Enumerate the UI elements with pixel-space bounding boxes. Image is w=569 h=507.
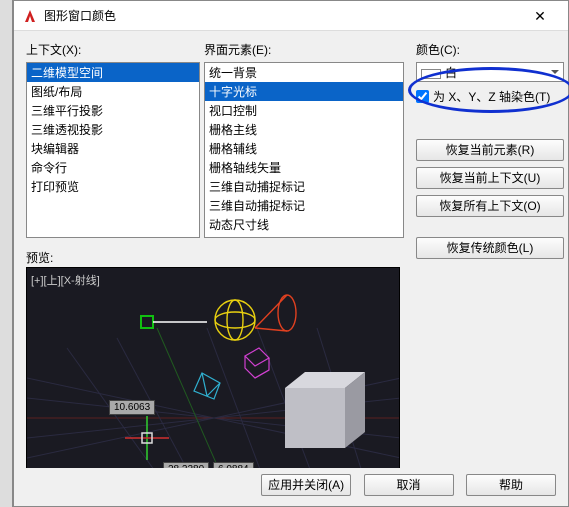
titlebar: 图形窗口颜色 ✕ (14, 1, 568, 31)
list-item[interactable]: 三维自动捕捉标记 (205, 196, 403, 215)
preview-viewport: [+][上][X-射线] 10.6063 28.2280 6.0884 (26, 267, 400, 487)
color-swatch (421, 69, 441, 79)
tint-xyz-label: 为 X、Y、Z 轴染色(T) (433, 88, 550, 105)
view-label: [+][上][X-射线] (31, 272, 100, 288)
list-item[interactable]: 命令行 (27, 158, 199, 177)
list-item[interactable]: 二维模型空间 (27, 63, 199, 82)
window-title: 图形窗口颜色 (44, 7, 520, 24)
restore-context-button[interactable]: 恢复当前上下文(U) (416, 167, 564, 189)
list-item[interactable]: 栅格主线 (205, 120, 403, 139)
context-listbox[interactable]: 二维模型空间图纸/布局三维平行投影三维透视投影块编辑器命令行打印预览 (26, 62, 200, 238)
preview-label: 预览: (26, 249, 53, 266)
list-item[interactable]: 打印预览 (27, 177, 199, 196)
list-item[interactable]: 栅格轴线矢量 (205, 158, 403, 177)
color-value: 白 (445, 66, 457, 80)
autocad-logo-icon (22, 8, 38, 24)
restore-classic-button[interactable]: 恢复传统颜色(L) (416, 237, 564, 259)
color-combo[interactable]: 白 (416, 62, 564, 82)
restore-element-button[interactable]: 恢复当前元素(R) (416, 139, 564, 161)
dialog-button-row: 应用并关闭(A) 取消 帮助 (14, 468, 568, 506)
list-item[interactable]: 动态尺寸线 (205, 215, 403, 234)
list-item[interactable]: 三维自动捕捉标记 (205, 177, 403, 196)
coord-a: 10.6063 (109, 400, 155, 415)
apply-close-button[interactable]: 应用并关闭(A) (261, 474, 351, 496)
tint-xyz-checkbox[interactable]: 为 X、Y、Z 轴染色(T) (416, 88, 566, 105)
dialog: 图形窗口颜色 ✕ 上下文(X): 二维模型空间图纸/布局三维平行投影三维透视投影… (13, 0, 569, 507)
list-item[interactable]: 栅格辅线 (205, 139, 403, 158)
list-item[interactable]: 统一背景 (205, 63, 403, 82)
close-button[interactable]: ✕ (520, 2, 560, 30)
list-item[interactable]: 十字光标 (205, 82, 403, 101)
color-label: 颜色(C): (416, 41, 566, 58)
elements-label: 界面元素(E): (204, 41, 404, 58)
list-item[interactable]: 视口控制 (205, 101, 403, 120)
cancel-button[interactable]: 取消 (364, 474, 454, 496)
list-item[interactable]: 拖引线 (205, 234, 403, 238)
context-label: 上下文(X): (26, 41, 200, 58)
element-listbox[interactable]: 统一背景十字光标视口控制栅格主线栅格辅线栅格轴线矢量三维自动捕捉标记三维自动捕捉… (204, 62, 404, 238)
help-button[interactable]: 帮助 (466, 474, 556, 496)
restore-all-button[interactable]: 恢复所有上下文(O) (416, 195, 564, 217)
list-item[interactable]: 块编辑器 (27, 139, 199, 158)
list-item[interactable]: 三维平行投影 (27, 101, 199, 120)
list-item[interactable]: 三维透视投影 (27, 120, 199, 139)
tint-xyz-input[interactable] (416, 90, 429, 103)
list-item[interactable]: 图纸/布局 (27, 82, 199, 101)
